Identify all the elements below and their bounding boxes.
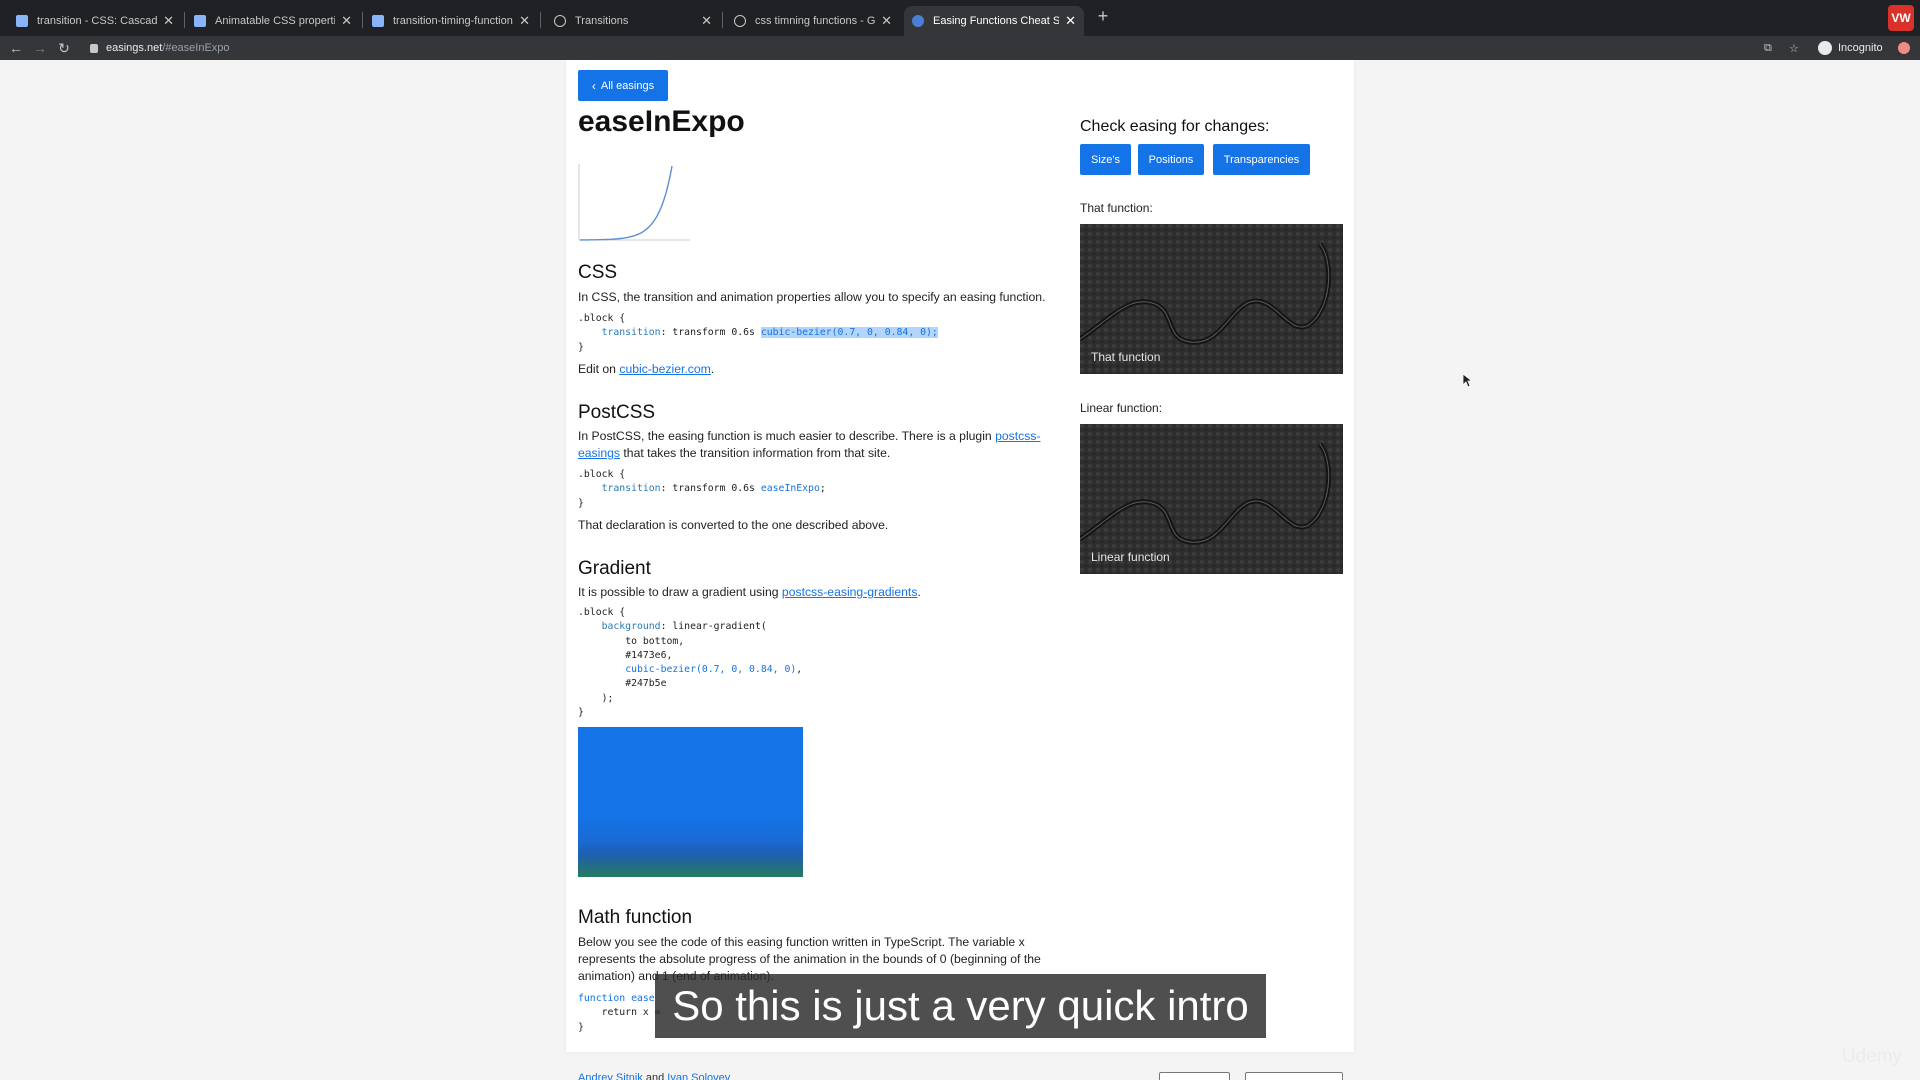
tab-google-search[interactable]: css timning functions - Google ✕ <box>726 6 900 36</box>
code-easing-name: easeInExpo <box>760 483 820 495</box>
tab-separator <box>722 12 723 28</box>
back-arrow-icon[interactable]: ← <box>7 39 25 57</box>
tab-transitions[interactable]: Transitions ✕ <box>546 6 720 36</box>
theme-select[interactable] <box>1159 1072 1230 1080</box>
tab-transition-timing[interactable]: transition-timing-function - C ✕ <box>364 6 538 36</box>
edit-on-text: Edit on cubic-bezier.com. <box>578 362 715 376</box>
page-viewport: ‹ All easings easeInExpo CSS In CSS, the… <box>0 60 1920 1080</box>
close-icon[interactable]: ✕ <box>1065 13 1076 29</box>
address-bar[interactable]: easings.net/#easeInExpo <box>90 38 230 58</box>
browser-tab-bar: transition - CSS: Cascading St ✕ Animata… <box>0 0 1920 36</box>
math-code-block: function ease return x = } <box>578 993 661 1033</box>
that-function-label: That function: <box>1080 201 1153 215</box>
all-easings-button[interactable]: ‹ All easings <box>578 70 668 101</box>
author-link-sitnik[interactable]: Andrey Sitnik <box>578 1072 643 1080</box>
tab-title: transition-timing-function - C <box>393 15 513 27</box>
tab-title: Transitions <box>575 15 629 27</box>
incognito-label: Incognito <box>1838 42 1883 54</box>
gradient-heading: Gradient <box>578 558 651 579</box>
tab-separator <box>540 12 541 28</box>
content-card: ‹ All easings easeInExpo CSS In CSS, the… <box>566 60 1354 1052</box>
postcss-description: In PostCSS, the easing function is much … <box>578 429 1041 460</box>
close-icon[interactable]: ✕ <box>341 13 352 29</box>
mdn-favicon-icon <box>16 15 28 27</box>
sizes-button[interactable]: Size's <box>1080 144 1131 175</box>
code-highlighted-value[interactable]: cubic-bezier(0.7, 0, 0.84, 0); <box>760 327 938 339</box>
forward-arrow-icon[interactable]: → <box>31 39 49 57</box>
mdn-favicon-icon <box>194 15 206 27</box>
easing-curve-thumbnail <box>578 164 690 241</box>
check-easing-heading: Check easing for changes: <box>1080 118 1270 135</box>
tab-easing-cheat-sheet[interactable]: Easing Functions Cheat Sheet ✕ <box>904 6 1084 36</box>
author-link-solovev[interactable]: Ivan Solovev <box>667 1072 730 1080</box>
css-code-block: .block { transition: transform 0.6s cubi… <box>578 312 938 355</box>
translate-icon[interactable]: ⧉ <box>1764 38 1772 58</box>
tab-animatable-css[interactable]: Animatable CSS properties - C ✕ <box>186 6 360 36</box>
new-tab-button[interactable]: + <box>1091 6 1115 30</box>
tab-title: Easing Functions Cheat Sheet <box>933 15 1060 27</box>
all-easings-label: All easings <box>600 79 655 92</box>
recording-icon[interactable] <box>1898 38 1910 58</box>
url-domain: easings.net <box>106 42 163 54</box>
bookmark-star-icon[interactable]: ☆ <box>1789 38 1799 58</box>
linear-function-demo: Linear function <box>1080 424 1343 574</box>
tab-title: Animatable CSS properties - C <box>215 15 335 27</box>
postcss-heading: PostCSS <box>578 402 656 423</box>
tab-transition[interactable]: transition - CSS: Cascading St ✕ <box>8 6 182 36</box>
code-line: } <box>578 341 584 353</box>
mouse-cursor-icon <box>1463 374 1473 388</box>
cubic-bezier-link[interactable]: cubic-bezier.com <box>619 362 710 376</box>
tab-title: css timning functions - Google <box>755 15 876 27</box>
easings-favicon-icon <box>912 15 924 27</box>
code-text: : transform 0.6s <box>660 327 761 339</box>
chevron-left-icon: ‹ <box>591 78 596 93</box>
postcss-code-block: .block { transition: transform 0.6s ease… <box>578 469 826 509</box>
udemy-watermark: Udemy <box>1841 1046 1902 1067</box>
close-icon[interactable]: ✕ <box>163 13 174 29</box>
close-icon[interactable]: ✕ <box>701 13 712 29</box>
url-path: /#easeInExpo <box>162 42 230 54</box>
globe-icon <box>554 15 566 27</box>
google-icon <box>734 15 746 27</box>
close-icon[interactable]: ✕ <box>519 13 530 29</box>
postcss-after-text: That declaration is converted to the one… <box>578 518 889 532</box>
lock-icon <box>90 43 98 53</box>
close-icon[interactable]: ✕ <box>881 13 892 29</box>
css-description: In CSS, the transition and animation pro… <box>578 290 1046 304</box>
browser-toolbar: ← → ↻ easings.net/#easeInExpo ⧉ ☆ Incogn… <box>0 36 1920 60</box>
linear-function-caption: Linear function <box>1091 550 1170 564</box>
gradient-preview <box>578 727 803 877</box>
linear-function-label: Linear function: <box>1080 401 1163 415</box>
tab-title: transition - CSS: Cascading St <box>37 15 158 27</box>
that-function-demo: That function <box>1080 224 1343 374</box>
reload-icon[interactable]: ↻ <box>55 39 73 57</box>
incognito-icon <box>1818 41 1832 55</box>
page-title: easeInExpo <box>578 105 745 138</box>
tab-separator <box>184 12 185 28</box>
mdn-favicon-icon <box>372 15 384 27</box>
that-function-caption: That function <box>1091 350 1161 364</box>
postcss-easing-gradients-link[interactable]: postcss-easing-gradients <box>782 585 918 599</box>
positions-button[interactable]: Positions <box>1138 144 1204 175</box>
math-heading: Math function <box>578 907 693 928</box>
incognito-indicator[interactable]: Incognito <box>1818 38 1883 58</box>
gradient-description: It is possible to draw a gradient using … <box>578 585 921 599</box>
extension-button[interactable]: VW <box>1888 5 1914 31</box>
code-line: .block { <box>578 313 626 324</box>
code-property: transition <box>601 327 661 339</box>
transparencies-button[interactable]: Transparencies <box>1213 144 1310 175</box>
tab-separator <box>362 12 363 28</box>
video-subtitle: So this is just a very quick intro <box>655 974 1266 1038</box>
footer-credits: Andrey Sitnik and Ivan Solovev <box>578 1072 730 1080</box>
gradient-code-block: .block { background: linear-gradient( to… <box>578 607 803 719</box>
css-heading: CSS <box>578 262 618 283</box>
language-select[interactable] <box>1245 1072 1343 1080</box>
